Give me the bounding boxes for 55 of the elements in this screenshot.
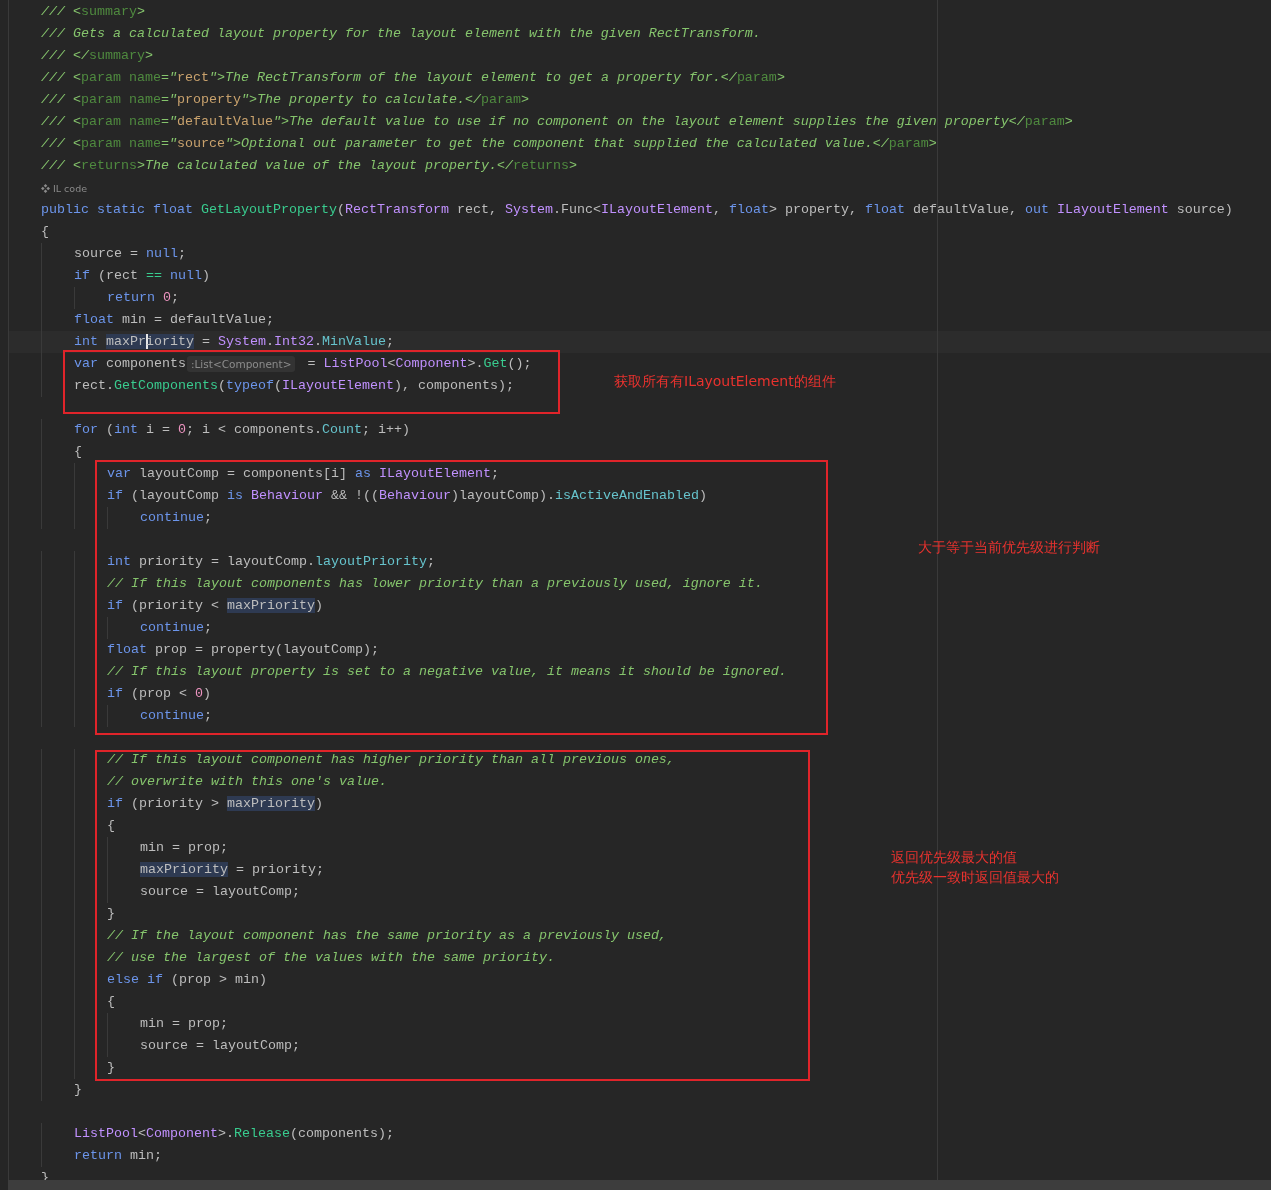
code-line: /// <summary> bbox=[41, 3, 145, 21]
code-line: } bbox=[107, 1059, 115, 1077]
code-line: // If the layout component has the same priority as a previously used, bbox=[107, 927, 667, 945]
component-icon bbox=[41, 183, 50, 193]
code-line: source = null; bbox=[74, 245, 186, 263]
code-line: // use the largest of the values with the same priority. bbox=[107, 949, 555, 967]
code-line: rect.GetComponents(typeof(ILayoutElement), components); bbox=[74, 377, 514, 395]
annotation-text: 返回优先级最大的值 bbox=[891, 848, 1018, 867]
code-line: var layoutComp = components[i] as ILayoutElement; bbox=[107, 465, 499, 483]
code-line: { bbox=[107, 993, 115, 1011]
code-line: if (prop < 0) bbox=[107, 685, 211, 703]
il-code-link[interactable]: IL code bbox=[53, 182, 88, 194]
code-line: if (priority > maxPriority) bbox=[107, 795, 323, 813]
code-line: else if (prop > min) bbox=[107, 971, 267, 989]
annotation-text: 大于等于当前优先级进行判断 bbox=[918, 538, 1100, 557]
code-line: if (rect == null) bbox=[74, 267, 210, 285]
code-line: float min = defaultValue; bbox=[74, 311, 274, 329]
code-line: float prop = property(layoutComp); bbox=[107, 641, 379, 659]
code-line: min = prop; bbox=[140, 839, 228, 857]
code-line: return min; bbox=[74, 1147, 162, 1165]
annotation-text: 优先级一致时返回值最大的 bbox=[891, 868, 1059, 887]
code-line: /// <param name="defaultValue">The default value to use if no component on the layout element supplies the given property</param> bbox=[41, 113, 1073, 131]
code-line: /// Gets a calculated layout property for the layout element with the given RectTransform. bbox=[41, 25, 761, 43]
annotation-text: 获取所有有ILayoutElement的组件 bbox=[614, 372, 836, 391]
code-line: continue; bbox=[140, 707, 212, 725]
code-line: { bbox=[41, 223, 49, 241]
code-line: // If this layout components has lower priority than a previously used, ignore it. bbox=[107, 575, 763, 593]
code-line: /// <returns>The calculated value of the layout property.</returns> bbox=[41, 157, 577, 175]
code-line: /// <param name="rect">The RectTransform of the layout element to get a property for.</param> bbox=[41, 69, 785, 87]
code-line: // overwrite with this one's value. bbox=[107, 773, 387, 791]
code-line: } bbox=[107, 905, 115, 923]
code-line: /// <param name="property">The property to calculate.</param> bbox=[41, 91, 529, 109]
code-line: /// </summary> bbox=[41, 47, 153, 65]
code-line: { bbox=[107, 817, 115, 835]
code-line: if (layoutComp is Behaviour && !((Behaviour)layoutComp).isActiveAndEnabled) bbox=[107, 487, 707, 505]
code-line: for (int i = 0; i < components.Count; i++) bbox=[74, 421, 410, 439]
code-line: public static float GetLayoutProperty(RectTransform rect, System.Func<ILayoutElement, float> property, float defaultValue, out ILayoutElement source) bbox=[41, 201, 1233, 219]
code-line: var components bbox=[74, 355, 186, 373]
code-line: maxPriority = priority; bbox=[140, 861, 324, 879]
code-line: // If this layout property is set to a negative value, it means it should be ignored. bbox=[107, 663, 787, 681]
type-hint: :List<Component> bbox=[187, 356, 296, 372]
code-line: = ListPool<Component>.Get(); bbox=[306, 355, 532, 373]
code-line: min = prop; bbox=[140, 1015, 228, 1033]
code-line: } bbox=[74, 1081, 82, 1099]
code-line: ListPool<Component>.Release(components); bbox=[74, 1125, 394, 1143]
code-line: continue; bbox=[140, 509, 212, 527]
code-line: { bbox=[74, 443, 82, 461]
code-line: if (priority < maxPriority) bbox=[107, 597, 323, 615]
code-line: /// <param name="source">Optional out parameter to get the component that supplied the calculated value.</param> bbox=[41, 135, 937, 153]
code-line: source = layoutComp; bbox=[140, 883, 300, 901]
code-line: int priority = layoutComp.layoutPriority; bbox=[107, 553, 435, 571]
code-line: continue; bbox=[140, 619, 212, 637]
code-line: return 0; bbox=[107, 289, 179, 307]
code-line: // If this layout component has higher priority than all previous ones, bbox=[107, 751, 675, 769]
code-line: source = layoutComp; bbox=[140, 1037, 300, 1055]
